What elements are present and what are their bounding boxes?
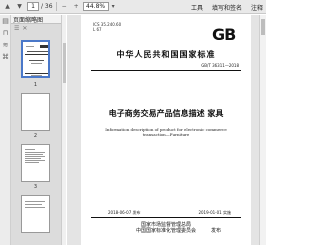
chevron-down-icon[interactable]: ▾	[109, 2, 118, 11]
effective-date: 2019-01-01 实施	[198, 210, 231, 215]
document-scroll-thumb[interactable]	[261, 19, 265, 35]
thumbnail-tools: ☰ ✕	[11, 24, 65, 32]
document-page: ICS 35.240.60 L 67 GB 中华人民共和国国家标准 GB/T 3…	[81, 15, 251, 245]
thumbnail-text-line	[25, 154, 43, 155]
thumbnail-text-line	[25, 201, 45, 202]
zoom-in-button[interactable]: +	[72, 2, 81, 11]
document-title: 电子商务交易产品信息描述 家具	[108, 109, 224, 118]
thumbnail-page-3[interactable]	[21, 144, 50, 182]
thumbnail-rule	[25, 54, 48, 55]
thumbnail-text-line	[25, 207, 45, 208]
thumbnail-page-1[interactable]	[21, 40, 50, 78]
issue-date: 2018-06-07 发布	[108, 210, 141, 215]
options-icon[interactable]: ☰	[14, 25, 19, 32]
thumbnail-text-line	[25, 152, 45, 153]
standard-number: GB/T 36311—2018	[201, 63, 239, 68]
zoom-select[interactable]: 44.8%	[82, 2, 109, 11]
header-rule	[91, 70, 241, 71]
thumbnail-rule	[25, 73, 48, 74]
comment-menu[interactable]: 注释	[251, 3, 263, 12]
issuer-block: 国家市场监督管理总局 中国国家标准化管理委员会	[81, 222, 251, 234]
document-viewport: ICS 35.240.60 L 67 GB 中华人民共和国国家标准 GB/T 3…	[67, 15, 259, 245]
gb-logo: GB	[212, 25, 236, 44]
page-total: / 36	[41, 3, 53, 10]
document-title-english: Information description of product for e…	[105, 127, 227, 137]
page-number-input[interactable]: 1	[27, 2, 39, 11]
thumbnail-scrollbar[interactable]	[61, 15, 66, 245]
thumbnail-panel: 页面缩略图 ☰ ✕ 1 2 3	[11, 15, 66, 245]
thumbnail-panel-header: 页面缩略图	[11, 15, 65, 24]
thumbnail-text-line	[27, 51, 48, 52]
thumbnail-text-line	[25, 160, 45, 161]
zoom-out-button[interactable]: −	[60, 2, 69, 11]
toolbar-divider	[55, 2, 57, 11]
ics-code: ICS 35.240.60 L 67	[93, 22, 122, 32]
footer-rule	[91, 217, 241, 218]
thumbnail-text-line	[31, 75, 42, 76]
page-thumbnails-icon[interactable]: ▤	[0, 15, 11, 27]
thumbnail-logo-mark	[40, 45, 48, 48]
thumbnail-page-2[interactable]	[21, 93, 50, 131]
thumbnail-page-4[interactable]	[21, 195, 50, 233]
issuer-line-2: 中国国家标准化管理委员会	[135, 228, 196, 234]
thumbnail-scroll-thumb[interactable]	[63, 43, 66, 83]
thumbnail-text-line	[25, 162, 39, 163]
toolbar: ▲ ▼ 1 / 36 − + 44.8% ▾ 工具 填写和签名 注释	[0, 0, 266, 14]
side-tab-strip: ▤ ⊓ ≋ ⌘	[0, 15, 11, 245]
thumbnail-page-number: 1	[33, 82, 38, 88]
bookmark-icon[interactable]: ⊓	[0, 27, 11, 39]
delete-page-icon[interactable]: ✕	[22, 25, 27, 32]
standard-title: 中华人民共和国国家标准	[116, 50, 216, 59]
fill-and-sign-menu[interactable]: 填写和签名	[212, 3, 242, 12]
thumbnail-text-line	[25, 158, 41, 159]
thumbnail-text-line	[26, 46, 34, 47]
issuer-suffix: 发布	[211, 228, 222, 234]
thumbnail-text-line	[31, 63, 42, 64]
previous-page-button[interactable]: ▲	[3, 2, 12, 11]
thumbnail-text-line	[25, 149, 35, 150]
tools-menu[interactable]: 工具	[191, 3, 203, 12]
layers-icon[interactable]: ≋	[0, 39, 11, 51]
attachment-icon[interactable]: ⌘	[0, 51, 11, 63]
next-page-button[interactable]: ▼	[15, 2, 24, 11]
thumbnail-panel-title: 页面缩略图	[13, 16, 44, 24]
thumbnail-page-number: 2	[33, 133, 38, 139]
thumbnail-text-line	[25, 156, 45, 157]
thumbnail-text-line	[29, 60, 44, 61]
document-scrollbar[interactable]	[259, 15, 266, 245]
thumbnail-page-number: 3	[33, 184, 38, 190]
thumbnail-text-line	[25, 204, 42, 205]
